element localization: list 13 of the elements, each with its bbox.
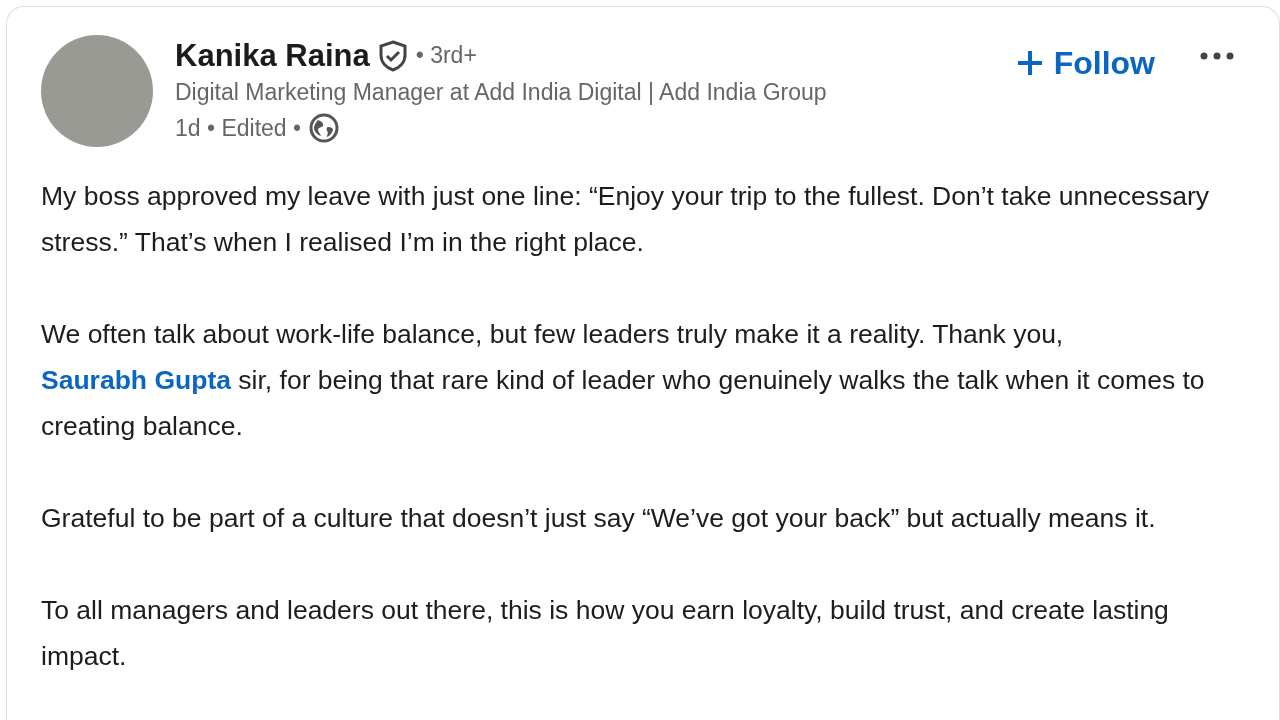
plus-icon (1015, 49, 1044, 77)
mention-link[interactable]: Saurabh Gupta (41, 365, 231, 395)
connection-degree: • 3rd+ (415, 41, 477, 71)
follow-button[interactable]: Follow (1011, 39, 1159, 87)
globe-icon (309, 113, 340, 144)
post-time: 1d • Edited • (175, 114, 302, 143)
post-paragraph: To all managers and leaders out there, this is how you earn loyalty, build trust, and create lasting impact. (41, 594, 1170, 673)
post-paragraph: Grateful to be part of a culture that doesn’t just say “We’ve got your back” but actually means it. (41, 502, 1157, 535)
more-icon (1199, 50, 1235, 61)
post-paragraph: My boss approved my leave with just one line: “Enjoy your trip to the fullest. Don’t take unnecessary stress.” That’s when I realised I’m in the right place. (41, 180, 1211, 259)
author-name[interactable]: Kanika Raina (175, 37, 370, 75)
author-headline: Digital Marketing Manager at Add India Digital | Add India Group (175, 78, 828, 108)
post-paragraph: We often talk about work-life balance, but few leaders truly make it a reality. Thank you, Saurabh Gupta sir, for being that rare kind of leader who genuinely walks the talk when it comes to creating balance. (41, 318, 1206, 443)
